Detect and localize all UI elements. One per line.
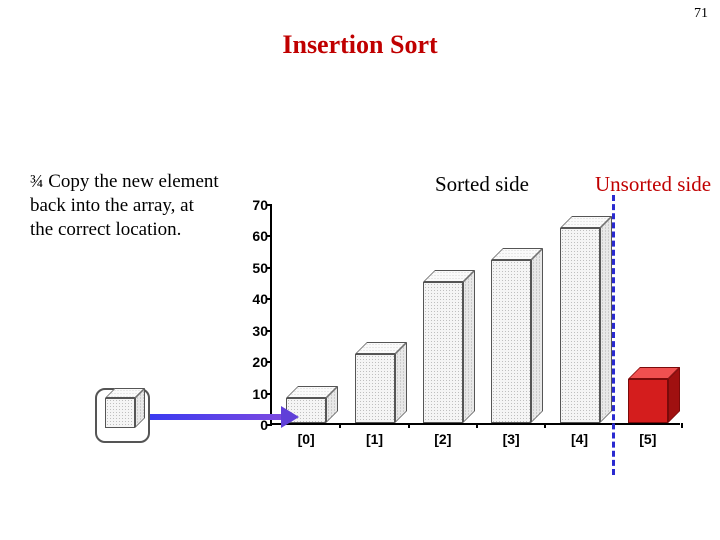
- extracted-element: [95, 388, 155, 443]
- y-tick-label: 50: [242, 260, 268, 276]
- plot-area: 010203040506070[0][1][2][3][4][5]: [270, 205, 680, 425]
- x-tick-label: [3]: [481, 431, 541, 447]
- x-tick-label: [0]: [276, 431, 336, 447]
- y-tick-label: 10: [242, 386, 268, 402]
- x-tick-label: [2]: [413, 431, 473, 447]
- y-tick-label: 0: [242, 417, 268, 433]
- slide-title: Insertion Sort: [0, 30, 720, 60]
- page-number: 71: [694, 6, 708, 22]
- x-tick-label: [5]: [618, 431, 678, 447]
- bullet-paragraph: ¾ Copy the new element back into the arr…: [30, 170, 220, 241]
- unsorted-side-label: Unsorted side: [595, 172, 711, 197]
- bullet-icon: ¾: [30, 171, 44, 191]
- bullet-text: Copy the new element back into the array…: [30, 171, 219, 240]
- partition-line: [612, 195, 615, 475]
- extracted-cube: [105, 398, 135, 428]
- sorted-side-label: Sorted side: [435, 172, 529, 197]
- y-tick-label: 20: [242, 354, 268, 370]
- y-tick-label: 30: [242, 323, 268, 339]
- y-tick-label: 70: [242, 197, 268, 213]
- x-tick-label: [1]: [345, 431, 405, 447]
- x-tick-label: [4]: [550, 431, 610, 447]
- y-tick-label: 40: [242, 291, 268, 307]
- y-tick-label: 60: [242, 228, 268, 244]
